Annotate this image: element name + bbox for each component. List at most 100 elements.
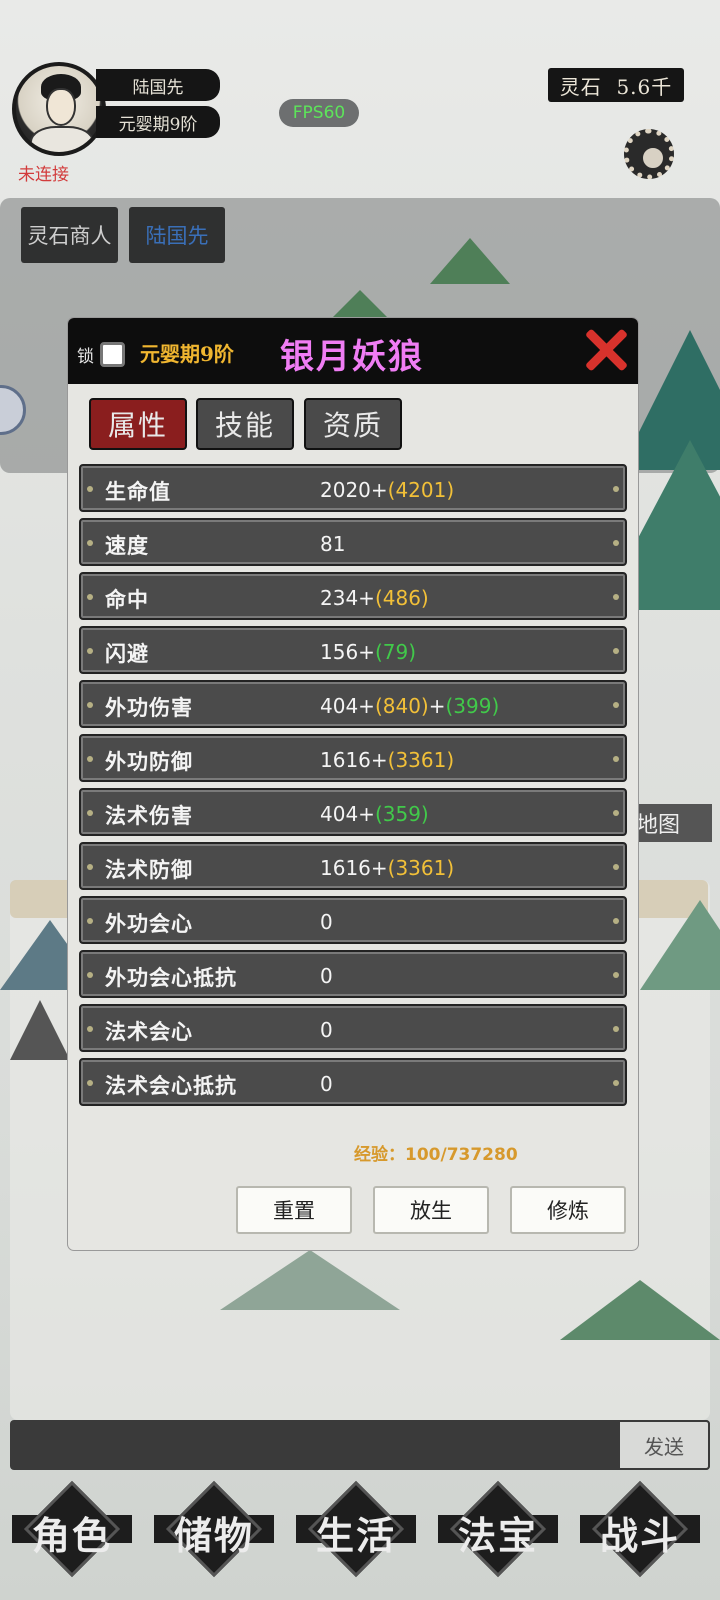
settings-gear-icon[interactable] xyxy=(624,129,674,179)
stat-base: 234+ xyxy=(320,586,375,610)
row-dot xyxy=(613,486,619,492)
stat-row: 外功伤害 404+(840)+(399) xyxy=(79,680,627,728)
stat-separator: + xyxy=(428,694,446,718)
lock-label: 锁 xyxy=(77,347,94,367)
stat-row: 法术会心抵抗 0 xyxy=(79,1058,627,1106)
stat-name: 外功伤害 xyxy=(105,695,193,720)
stat-row: 外功防御 1616+(3361) xyxy=(79,734,627,782)
stat-value: 404+(359) xyxy=(320,802,429,826)
stat-value: 1616+(3361) xyxy=(320,856,454,880)
pet-name: 银月妖狼 xyxy=(280,337,424,377)
lock-checkbox[interactable] xyxy=(100,342,125,367)
stat-base: 0 xyxy=(320,1072,333,1096)
stat-value: 0 xyxy=(320,910,333,934)
nav-treasure[interactable]: 法宝 xyxy=(438,1480,558,1578)
stat-name: 外功会心 xyxy=(105,911,193,936)
stat-row: 法术防御 1616+(3361) xyxy=(79,842,627,890)
row-dot xyxy=(87,1080,93,1086)
row-dot xyxy=(613,864,619,870)
stat-value: 2020+(4201) xyxy=(320,478,454,502)
stat-list[interactable]: 生命值 2020+(4201) 速度 81 命中 234+(486) 闪避 156+(79) 外… xyxy=(79,464,627,1126)
row-dot xyxy=(613,1080,619,1086)
tab-player[interactable]: 陆国先 xyxy=(129,207,225,263)
reset-button[interactable]: 重置 xyxy=(236,1186,352,1234)
row-dot xyxy=(87,702,93,708)
stat-base: 404+ xyxy=(320,694,375,718)
nav-label: 法宝 xyxy=(457,1513,538,1558)
nav-life[interactable]: 生活 xyxy=(296,1480,416,1578)
stat-name: 法术防御 xyxy=(105,857,193,882)
stat-base: 156+ xyxy=(320,640,375,664)
fps-badge: FPS60 xyxy=(279,99,359,127)
mountain-decoration xyxy=(640,900,720,990)
pet-realm: 元婴期9阶 xyxy=(140,342,234,366)
pagoda-decoration xyxy=(10,1000,70,1060)
row-dot xyxy=(613,540,619,546)
stat-row: 外功会心 0 xyxy=(79,896,627,944)
stat-base: 2020+ xyxy=(320,478,388,502)
stat-bonus: (3361) xyxy=(387,856,455,880)
nav-label: 战斗 xyxy=(599,1513,680,1558)
row-dot xyxy=(87,918,93,924)
stat-bonus: (3361) xyxy=(387,748,455,772)
stat-base: 1616+ xyxy=(320,856,388,880)
send-button[interactable]: 发送 xyxy=(618,1420,710,1470)
stat-value: 156+(79) xyxy=(320,640,416,664)
row-dot xyxy=(613,756,619,762)
tab-attributes[interactable]: 属性 xyxy=(89,398,187,450)
stat-base: 1616+ xyxy=(320,748,388,772)
stat-value: 234+(486) xyxy=(320,586,429,610)
cultivate-button[interactable]: 修炼 xyxy=(510,1186,626,1234)
tab-aptitude[interactable]: 资质 xyxy=(304,398,402,450)
map-button[interactable]: 地图 xyxy=(632,804,712,842)
row-dot xyxy=(87,864,93,870)
player-name: 陆国先 xyxy=(96,69,220,101)
row-dot xyxy=(613,594,619,600)
stat-name: 法术伤害 xyxy=(105,803,193,828)
stat-value: 0 xyxy=(320,1072,333,1096)
stat-bonus: (359) xyxy=(374,802,429,826)
stat-value: 1616+(3361) xyxy=(320,748,454,772)
stat-value: 81 xyxy=(320,532,345,556)
stat-base: 0 xyxy=(320,910,333,934)
avatar-body xyxy=(30,126,94,152)
nav-battle[interactable]: 战斗 xyxy=(580,1480,700,1578)
mountain-decoration xyxy=(430,238,510,284)
nav-label: 生活 xyxy=(315,1513,396,1558)
stat-base: 0 xyxy=(320,1018,333,1042)
stat-bonus: (486) xyxy=(374,586,429,610)
connection-status: 未连接 xyxy=(18,165,69,185)
experience-text: 经验：100/737280 xyxy=(354,1145,518,1165)
nav-storage[interactable]: 储物 xyxy=(154,1480,274,1578)
nav-character[interactable]: 角色 xyxy=(12,1480,132,1578)
stat-name: 外功会心抵抗 xyxy=(105,965,237,990)
stat-bonus: (79) xyxy=(374,640,416,664)
close-icon[interactable] xyxy=(582,326,630,374)
row-dot xyxy=(87,486,93,492)
player-avatar[interactable] xyxy=(12,62,106,156)
mountain-decoration xyxy=(560,1280,720,1340)
chat-input[interactable] xyxy=(10,1420,710,1470)
stat-name: 生命值 xyxy=(105,479,171,504)
tab-skills[interactable]: 技能 xyxy=(196,398,294,450)
tab-spirit-stone-merchant[interactable]: 灵石商人 xyxy=(21,207,118,263)
row-dot xyxy=(613,972,619,978)
stat-base: 81 xyxy=(320,532,346,556)
row-dot xyxy=(613,810,619,816)
stat-name: 速度 xyxy=(105,533,149,558)
mountain-decoration xyxy=(220,1250,400,1310)
row-dot xyxy=(613,918,619,924)
stat-base: 0 xyxy=(320,964,333,988)
stat-name: 外功防御 xyxy=(105,749,193,774)
stat-name: 法术会心 xyxy=(105,1019,193,1044)
row-dot xyxy=(87,1026,93,1032)
nav-label: 储物 xyxy=(173,1513,254,1558)
row-dot xyxy=(87,810,93,816)
release-button[interactable]: 放生 xyxy=(373,1186,489,1234)
stat-value: 404+(840)+(399) xyxy=(320,694,499,718)
stat-name: 闪避 xyxy=(105,641,149,666)
pet-detail-modal: 锁 元婴期9阶 银月妖狼 属性 技能 资质 生命值 2020+(4201) 速度 81… xyxy=(68,318,638,1250)
modal-header: 锁 元婴期9阶 银月妖狼 xyxy=(68,318,638,384)
avatar-face xyxy=(46,88,76,126)
currency-value: 5.6千 xyxy=(616,74,673,99)
